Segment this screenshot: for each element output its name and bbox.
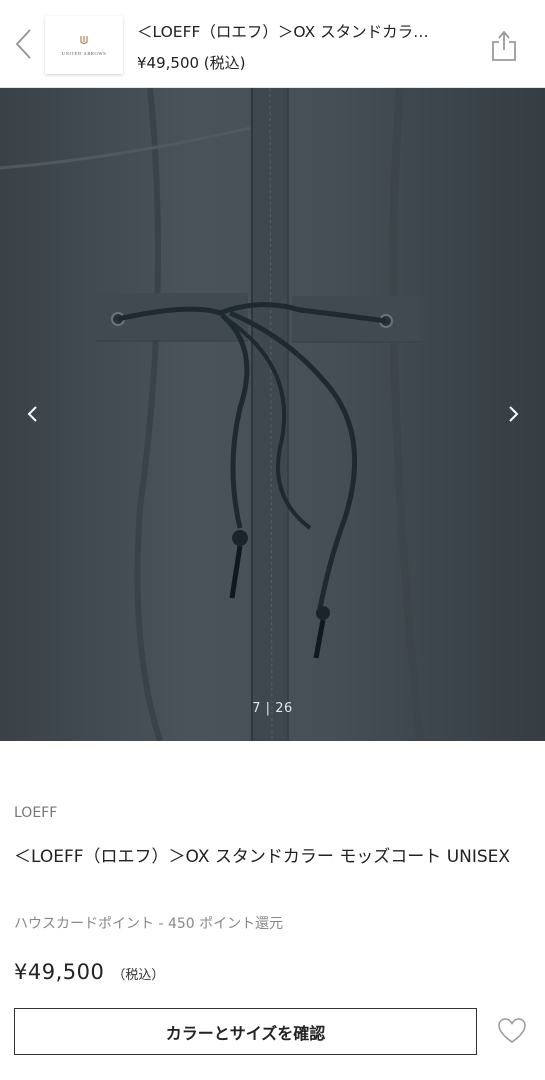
price-row: ¥49,500 （税込）	[14, 960, 164, 984]
points-info: ハウスカードポイント - 450 ポイント還元	[14, 916, 284, 932]
favorite-button[interactable]	[496, 1015, 528, 1047]
confirm-color-size-button[interactable]: カラーとサイズを確認	[14, 1008, 477, 1055]
brand-logo[interactable]: UNITED ARROWS	[45, 16, 123, 74]
arrows-logo-icon	[80, 35, 88, 44]
tax-label: （税込）	[112, 968, 165, 983]
product-photo	[0, 88, 545, 741]
counter-separator: |	[265, 701, 271, 716]
product-title: ＜LOEFF（ロエフ）＞OX スタンドカラー モッズコート UNISEX	[14, 847, 511, 867]
brand-link[interactable]: LOEFF	[14, 805, 57, 821]
back-button[interactable]	[8, 24, 38, 64]
chevron-left-icon	[15, 29, 31, 59]
gallery-prev-button[interactable]	[18, 399, 48, 429]
product-price: ¥49,500	[14, 960, 105, 984]
counter-total: 26	[275, 701, 293, 716]
share-button[interactable]	[490, 26, 518, 64]
chevron-left-icon	[27, 406, 37, 422]
header-title: ＜LOEFF（ロエフ）＞OX スタンドカラ…	[137, 23, 429, 41]
product-image-gallery[interactable]: 7 | 26	[0, 88, 545, 741]
counter-current: 7	[252, 701, 262, 716]
image-counter: 7 | 26	[0, 701, 545, 716]
chevron-right-icon	[509, 406, 519, 422]
share-icon	[492, 30, 516, 61]
logo-text: UNITED ARROWS	[61, 50, 107, 56]
heart-icon	[498, 1018, 526, 1043]
gallery-next-button[interactable]	[498, 399, 528, 429]
header-price: ¥49,500 (税込)	[137, 54, 246, 72]
header-bar: UNITED ARROWS ＜LOEFF（ロエフ）＞OX スタンドカラ… ¥49…	[0, 0, 545, 88]
